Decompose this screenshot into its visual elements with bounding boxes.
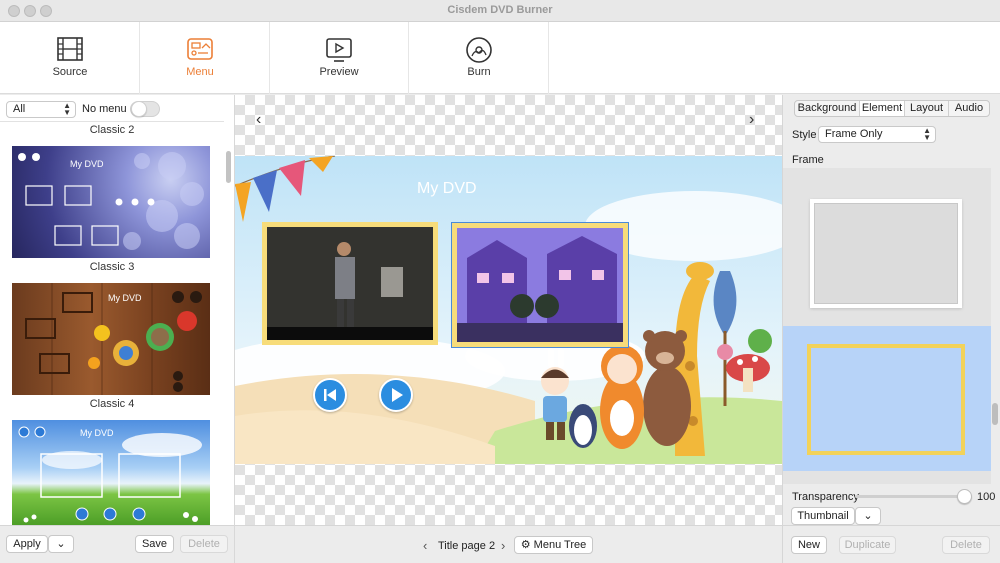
frame-label: Frame xyxy=(792,154,824,166)
tab-background[interactable]: Background xyxy=(795,101,860,116)
transparency-slider-track[interactable] xyxy=(855,495,967,498)
template-panel: All ▲ ▼ No menu Classic 2 My DVD Classic … xyxy=(0,95,235,563)
properties-footer: New Duplicate Delete xyxy=(783,525,1000,563)
source-tab[interactable]: Source xyxy=(0,22,140,94)
properties-tabs: Background Element Layout Audio xyxy=(794,100,990,117)
transparency-value: 100 xyxy=(977,491,996,503)
source-tab-label: Source xyxy=(52,66,88,78)
frame-list xyxy=(783,168,991,484)
apply-options-button[interactable]: ⌄ xyxy=(48,535,74,553)
preview-tab[interactable]: Preview xyxy=(269,22,409,94)
frame-option-white[interactable] xyxy=(810,199,962,308)
menu-title-text[interactable]: My DVD xyxy=(417,180,477,198)
menu-tab-label: Menu xyxy=(186,66,214,78)
menu-tree-button[interactable]: ⚙ Menu Tree xyxy=(514,536,593,554)
new-button[interactable]: New xyxy=(791,536,827,554)
delete-element-button[interactable]: Delete xyxy=(942,536,990,554)
template-filter-select[interactable]: All ▲ ▼ xyxy=(6,101,76,118)
chevron-down-icon: ⌄ xyxy=(863,510,873,522)
save-button[interactable]: Save xyxy=(135,535,174,553)
menu-thumbnail-1[interactable] xyxy=(262,222,438,345)
previous-page-icon[interactable]: ‹ xyxy=(256,111,261,129)
tab-audio[interactable]: Audio xyxy=(949,101,989,116)
template-thumb-title: My DVD xyxy=(70,159,104,169)
previous-title-page-icon[interactable]: ‹ xyxy=(423,538,427,553)
template-list-scrollbar[interactable] xyxy=(226,151,231,183)
burn-tab[interactable]: Burn xyxy=(409,22,549,94)
chevron-down-icon: ⌄ xyxy=(56,538,66,550)
video-still-art xyxy=(267,227,433,340)
template-thumb-art xyxy=(18,152,204,250)
menu-tree-label: Menu Tree xyxy=(533,539,587,551)
menu-preview-scene: My DVD xyxy=(235,156,782,464)
menu-thumbnail-2[interactable] xyxy=(451,222,629,348)
video-still-art xyxy=(457,228,623,342)
preview-tab-label: Preview xyxy=(319,66,359,78)
transparency-slider-handle[interactable] xyxy=(957,489,972,504)
duplicate-button[interactable]: Duplicate xyxy=(839,536,896,554)
properties-panel: Background Element Layout Audio Style Fr… xyxy=(782,95,1000,563)
template-filter-value: All xyxy=(13,103,26,115)
next-page-icon[interactable]: › xyxy=(749,111,754,129)
template-caption: Classic 2 xyxy=(89,124,135,136)
gear-icon: ⚙ xyxy=(520,539,531,551)
burn-tab-label: Burn xyxy=(467,66,491,78)
style-label: Style xyxy=(792,129,817,141)
frame-option-gold-selected[interactable] xyxy=(783,326,991,471)
template-caption: Classic 4 xyxy=(89,398,135,410)
title-bar: Cisdem DVD Burner xyxy=(0,0,1000,22)
frame-list-scrollbar[interactable] xyxy=(992,403,998,425)
thumbnail-options-button[interactable]: ⌄ xyxy=(855,507,881,525)
template-thumb-title: My DVD xyxy=(108,293,142,303)
delete-template-button[interactable]: Delete xyxy=(180,535,228,553)
transparency-label: Transparency xyxy=(792,491,859,503)
style-select[interactable]: Frame Only ▲ ▼ xyxy=(818,126,936,143)
tab-element[interactable]: Element xyxy=(860,101,905,116)
menu-tab[interactable]: Menu xyxy=(130,22,270,94)
play-icon xyxy=(392,388,403,402)
no-menu-label: No menu xyxy=(82,103,127,115)
canvas-footer: ‹ Title page 2 › ⚙ Menu Tree xyxy=(235,525,782,563)
menu-canvas: ‹ › My DVD xyxy=(235,95,782,525)
menu-previous-button[interactable] xyxy=(313,378,347,412)
template-panel-footer: Apply ⌄ Save Delete xyxy=(0,525,234,563)
play-preview-icon xyxy=(326,38,352,62)
thumbnail-button[interactable]: Thumbnail xyxy=(791,507,855,525)
no-menu-toggle[interactable] xyxy=(130,101,160,117)
menu-play-button[interactable] xyxy=(379,378,413,412)
apply-button[interactable]: Apply xyxy=(6,535,48,553)
template-thumb-classic-5[interactable]: My DVD xyxy=(12,420,210,525)
template-list: Classic 2 My DVD Classic 3 My DVD Classi… xyxy=(0,121,224,525)
window-title: Cisdem DVD Burner xyxy=(447,4,553,16)
menu-layout-icon xyxy=(187,38,213,60)
style-select-value: Frame Only xyxy=(825,128,883,140)
next-title-page-icon[interactable]: › xyxy=(501,538,505,553)
select-arrows-icon: ▲ ▼ xyxy=(63,101,71,117)
skip-back-icon xyxy=(324,389,336,401)
template-caption: Classic 3 xyxy=(89,261,135,273)
template-thumb-title: My DVD xyxy=(80,428,114,438)
template-thumb-classic-4[interactable]: My DVD xyxy=(12,283,210,395)
title-page-label: Title page 2 xyxy=(438,540,496,552)
main-toolbar: Source Menu Preview Burn xyxy=(0,22,1000,94)
template-thumb-classic-3[interactable]: My DVD xyxy=(12,146,210,258)
tab-layout[interactable]: Layout xyxy=(905,101,949,116)
film-icon xyxy=(57,37,83,61)
select-arrows-icon: ▲ ▼ xyxy=(923,126,931,142)
disc-burn-icon xyxy=(466,37,492,63)
